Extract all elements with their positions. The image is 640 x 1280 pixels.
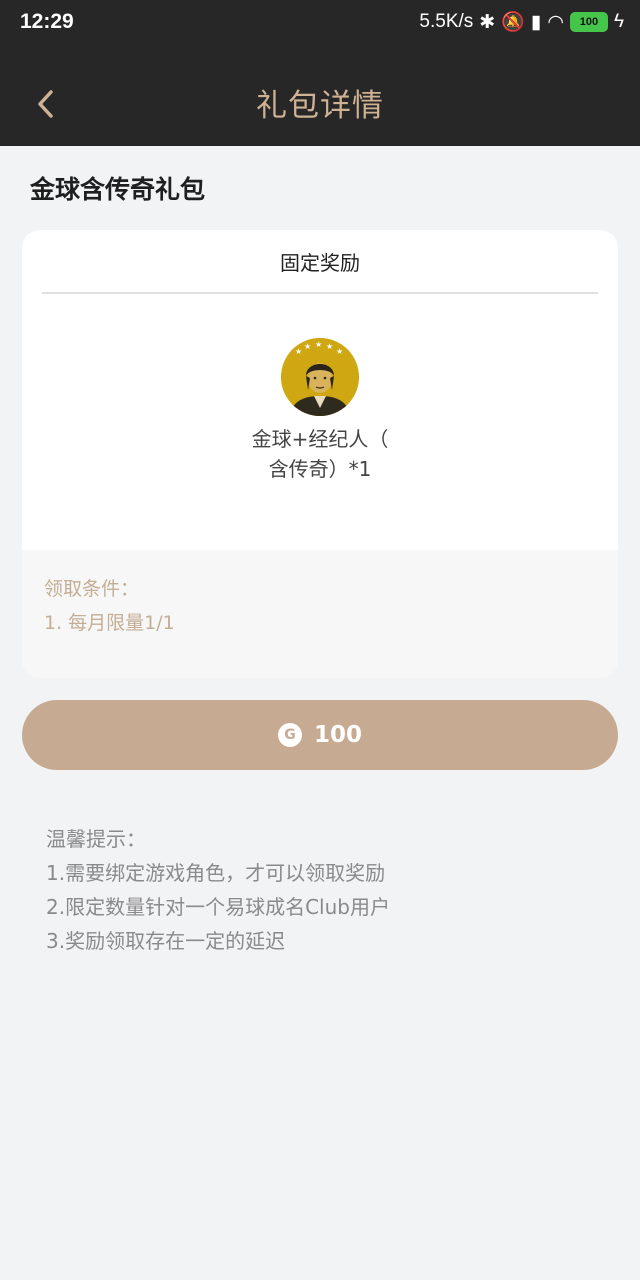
page-title: 礼包详情	[256, 88, 384, 124]
condition-item: 1. 每月限量1/1	[44, 612, 175, 634]
nav-bar: 礼包详情	[0, 60, 640, 146]
status-right: 5.5K/s ✱ 🔕 ▮ ◠ 100 ϟ	[419, 10, 624, 34]
svg-text:★: ★	[304, 342, 311, 351]
top-bar: 12:29 5.5K/s ✱ 🔕 ▮ ◠ 100 ϟ 礼包详情	[0, 0, 640, 146]
tips-line-3: 3.奖励领取存在一定的延迟	[46, 929, 286, 953]
bluetooth-icon: ✱	[479, 11, 496, 33]
status-time: 12:29	[20, 10, 74, 33]
charging-icon: ϟ	[613, 11, 624, 32]
mute-icon: 🔕	[501, 12, 525, 33]
signal-icon: ▮	[530, 11, 542, 33]
condition-label: 领取条件：	[44, 578, 140, 600]
net-speed: 5.5K/s	[419, 11, 474, 32]
battery-icon: 100	[569, 12, 608, 32]
reward-name-line1: 金球+经纪人（	[251, 427, 389, 451]
status-bar: 12:29 5.5K/s ✱ 🔕 ▮ ◠ 100 ϟ	[0, 0, 640, 46]
claim-price: 100	[313, 722, 362, 748]
svg-text:★: ★	[336, 347, 343, 356]
svg-text:★: ★	[315, 340, 322, 349]
reward-item[interactable]: ★ ★ ★ ★ ★ 金球+经纪人（ 含传奇）*1	[22, 338, 618, 484]
reward-name: 金球+经纪人（ 含传奇）*1	[22, 424, 618, 484]
gift-name: 金球含传奇礼包	[30, 175, 206, 204]
claim-button[interactable]: G 100	[22, 700, 618, 770]
reward-name-line2: 含传奇）*1	[268, 457, 372, 481]
tips-line-2: 2.限定数量针对一个易球成名Club用户	[46, 895, 390, 919]
coin-icon: G	[277, 723, 302, 747]
tips: 温馨提示： 1.需要绑定游戏角色，才可以领取奖励 2.限定数量针对一个易球成名C…	[46, 822, 390, 958]
claim-conditions: 领取条件： 1. 每月限量1/1	[22, 550, 618, 678]
svg-text:★: ★	[326, 342, 333, 351]
tips-title: 温馨提示：	[46, 827, 146, 851]
section-title: 固定奖励	[42, 230, 598, 294]
reward-card: 固定奖励 ★ ★ ★ ★ ★ 金球+经纪人（ 含传奇）*1 领取条件： 1. 每月限量1…	[22, 230, 618, 678]
player-avatar-icon: ★★ ★ ★★	[281, 338, 359, 416]
tips-line-1: 1.需要绑定游戏角色，才可以领取奖励	[46, 861, 386, 885]
svg-text:★: ★	[295, 347, 302, 356]
wifi-icon: ◠	[547, 11, 564, 33]
